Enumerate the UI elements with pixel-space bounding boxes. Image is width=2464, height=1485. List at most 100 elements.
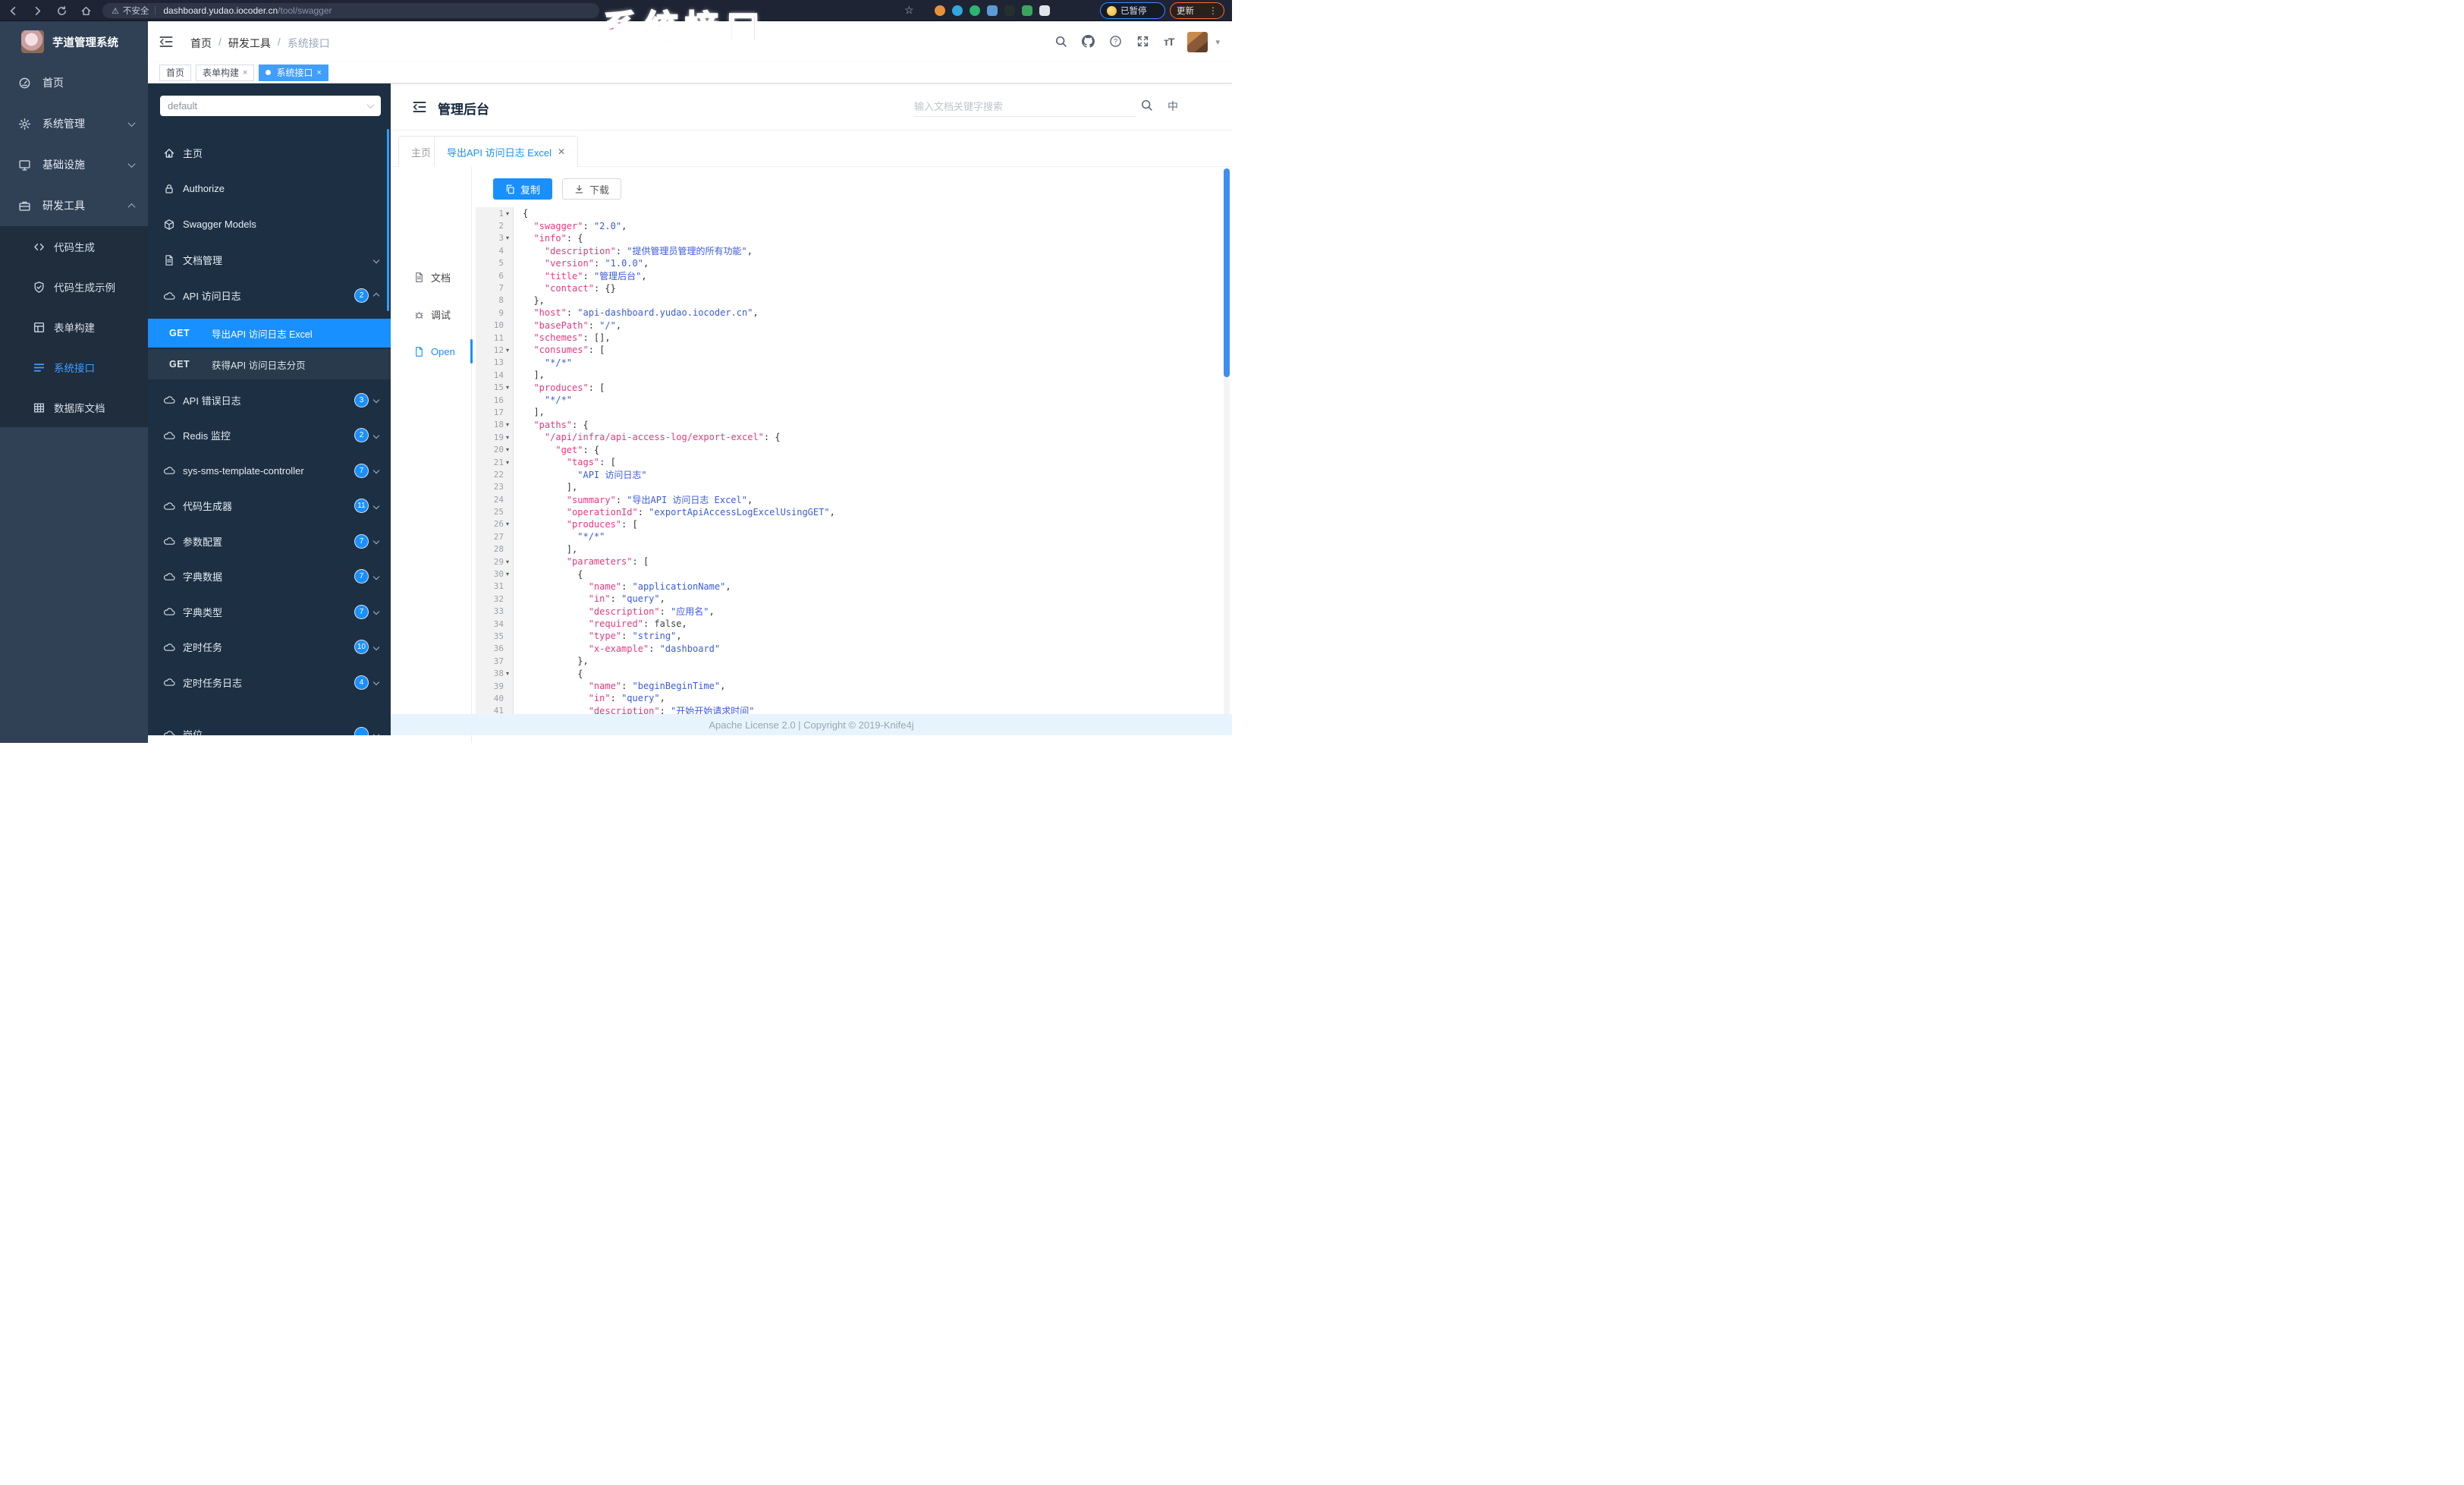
panel-nav-3[interactable]: 文档管理 (148, 242, 391, 278)
github-icon[interactable] (1082, 35, 1095, 49)
mini-nav-open[interactable]: Open (391, 338, 471, 364)
browser-home-icon[interactable] (79, 4, 93, 17)
fold-caret-icon[interactable]: ▾ (504, 347, 511, 354)
fontsize-icon[interactable]: тT (1164, 36, 1174, 48)
mini-nav-文档[interactable]: 文档 (391, 264, 471, 290)
api-group-8[interactable]: 定时任务日志 4 (148, 665, 391, 700)
code-line: 12 ▾ "consumes": [ (476, 344, 1223, 356)
api-group-1[interactable]: Redis 监控 2 (148, 418, 391, 454)
api-group-9[interactable]: 岗位 (148, 717, 391, 735)
tag-2[interactable]: 系统接口 × (259, 64, 328, 81)
sidebar-subitem-1[interactable]: 代码生成示例 (0, 266, 148, 307)
question-icon[interactable]: ? (1109, 35, 1123, 49)
collapse-menu-icon[interactable] (412, 99, 427, 115)
close-icon[interactable]: × (243, 68, 247, 77)
sidebar-subitem-label: 数据库文档 (54, 402, 105, 414)
panel-nav-1[interactable]: Authorize (148, 171, 391, 206)
paused-extension-button[interactable]: 已暂停 (1100, 2, 1165, 19)
browser-menu-icon[interactable]: ⋮ (1208, 5, 1218, 16)
tag-1[interactable]: 表单构建 × (196, 64, 255, 81)
extension-green[interactable] (1022, 5, 1032, 16)
browser-update-button[interactable]: 更新 ⋮ (1170, 2, 1224, 19)
mini-nav-调试[interactable]: 调试 (391, 301, 471, 327)
doc-scrollbar-thumb[interactable] (1224, 168, 1230, 377)
sidebar-subitem-3[interactable]: 系统接口 (0, 347, 148, 387)
doc-search-icon[interactable] (1140, 99, 1153, 112)
bookmark-star-icon[interactable]: ☆ (904, 4, 914, 17)
copy-button[interactable]: 复制 (493, 178, 553, 200)
close-icon[interactable]: ✕ (558, 146, 565, 157)
fold-caret-icon[interactable]: ▾ (504, 210, 511, 217)
api-group-7[interactable]: 定时任务 10 (148, 630, 391, 665)
extension-dark-green[interactable] (1004, 5, 1015, 16)
gutter-cell: 32 (476, 594, 514, 604)
code-editor[interactable]: 1 ▾{2 "swagger": "2.0", 3 ▾ "info": {4 "des… (476, 207, 1223, 722)
sidebar-subitem-2[interactable]: 表单构建 (0, 307, 148, 347)
breadcrumb-item[interactable]: 首页 (190, 36, 212, 51)
operation-1[interactable]: GET 获得API 访问日志分页 (148, 349, 391, 379)
extension-blue-grid[interactable] (987, 5, 998, 16)
fold-caret-icon[interactable]: ▾ (504, 558, 511, 565)
sidebar-item-0[interactable]: 首页 (0, 62, 148, 103)
language-icon[interactable]: 中 (1168, 99, 1178, 114)
fold-caret-icon[interactable]: ▾ (504, 459, 511, 466)
fold-caret-icon[interactable]: ▾ (504, 521, 511, 527)
panel-nav-0[interactable]: 主页 (148, 135, 391, 171)
line-number: 38 (493, 669, 504, 679)
user-avatar[interactable] (1187, 31, 1208, 52)
panel-nav-label: Authorize (183, 183, 225, 194)
api-group-label: 定时任务日志 (183, 677, 243, 689)
extension-green-circle[interactable] (970, 5, 980, 16)
token: : (621, 631, 633, 642)
api-group-label: 定时任务 (183, 642, 223, 654)
operation-0[interactable]: GET 导出API 访问日志 Excel (148, 319, 391, 348)
tag-0[interactable]: 首页 (159, 64, 192, 81)
code-text: "host": "api-dashboard.yudao.iocoder.cn"… (514, 307, 758, 318)
fold-caret-icon[interactable]: ▾ (504, 571, 511, 577)
panel-scrollbar[interactable] (387, 129, 389, 311)
security-label[interactable]: 不安全 (123, 5, 149, 17)
api-group-3[interactable]: 代码生成器 11 (148, 489, 391, 524)
sidebar-item-3[interactable]: 研发工具 (0, 185, 148, 226)
hamburger-icon[interactable] (159, 34, 174, 49)
fold-caret-icon[interactable]: ▾ (504, 446, 511, 453)
browser-reload-icon[interactable] (55, 4, 68, 17)
sidebar-item-1[interactable]: 系统管理 (0, 103, 148, 144)
sidebar-subitem-4[interactable]: 数据库文档 (0, 387, 148, 427)
token: : (659, 606, 671, 618)
close-icon[interactable]: × (316, 68, 321, 77)
address-bar[interactable]: ⚠ 不安全 dashboard.yudao.iocoder.cn/tool/sw… (102, 3, 599, 18)
panel-nav-2[interactable]: Swagger Models (148, 206, 391, 242)
fold-caret-icon[interactable]: ▾ (504, 421, 511, 428)
api-group-5[interactable]: 字典数据 7 (148, 559, 391, 595)
extension-orange[interactable] (935, 5, 945, 16)
doc-search-input[interactable] (914, 97, 1136, 117)
api-group-0[interactable]: API 错误日志 3 (148, 382, 391, 418)
sidebar-subitem-0[interactable]: 代码生成 (0, 226, 148, 266)
api-group-2[interactable]: sys-sms-template-controller 7 (148, 453, 391, 489)
fold-caret-icon[interactable]: ▾ (504, 434, 511, 441)
gutter-cell: 37 (476, 656, 514, 666)
api-group-6[interactable]: 字典类型 7 (148, 594, 391, 630)
group-select[interactable]: default (160, 96, 381, 116)
browser-back-icon[interactable] (6, 4, 20, 17)
app-logo[interactable]: 芋道管理系统 (0, 21, 148, 62)
fold-caret-icon[interactable]: ▾ (504, 384, 511, 391)
api-group-4[interactable]: 参数配置 7 (148, 524, 391, 559)
panel-nav-4[interactable]: API 访问日志 2 (148, 278, 391, 313)
chevron-down-icon (372, 643, 380, 650)
download-button[interactable]: 下载 (562, 178, 622, 200)
fold-caret-icon[interactable]: ▾ (504, 234, 511, 241)
extension-blue-drop[interactable] (952, 5, 963, 16)
line-number: 20 (493, 445, 504, 455)
browser-forward-icon[interactable] (30, 4, 44, 17)
extension-light-puzzle[interactable] (1039, 5, 1050, 16)
doc-tab-1[interactable]: 导出API 访问日志 Excel ✕ (434, 136, 579, 167)
search-icon[interactable] (1054, 35, 1068, 49)
fullscreen-icon[interactable] (1136, 35, 1150, 49)
fold-caret-icon[interactable]: ▾ (504, 670, 511, 677)
sidebar-item-2[interactable]: 基础设施 (0, 144, 148, 185)
breadcrumb-item[interactable]: 研发工具 (228, 36, 271, 51)
caret-down-icon[interactable]: ▾ (1215, 37, 1220, 47)
